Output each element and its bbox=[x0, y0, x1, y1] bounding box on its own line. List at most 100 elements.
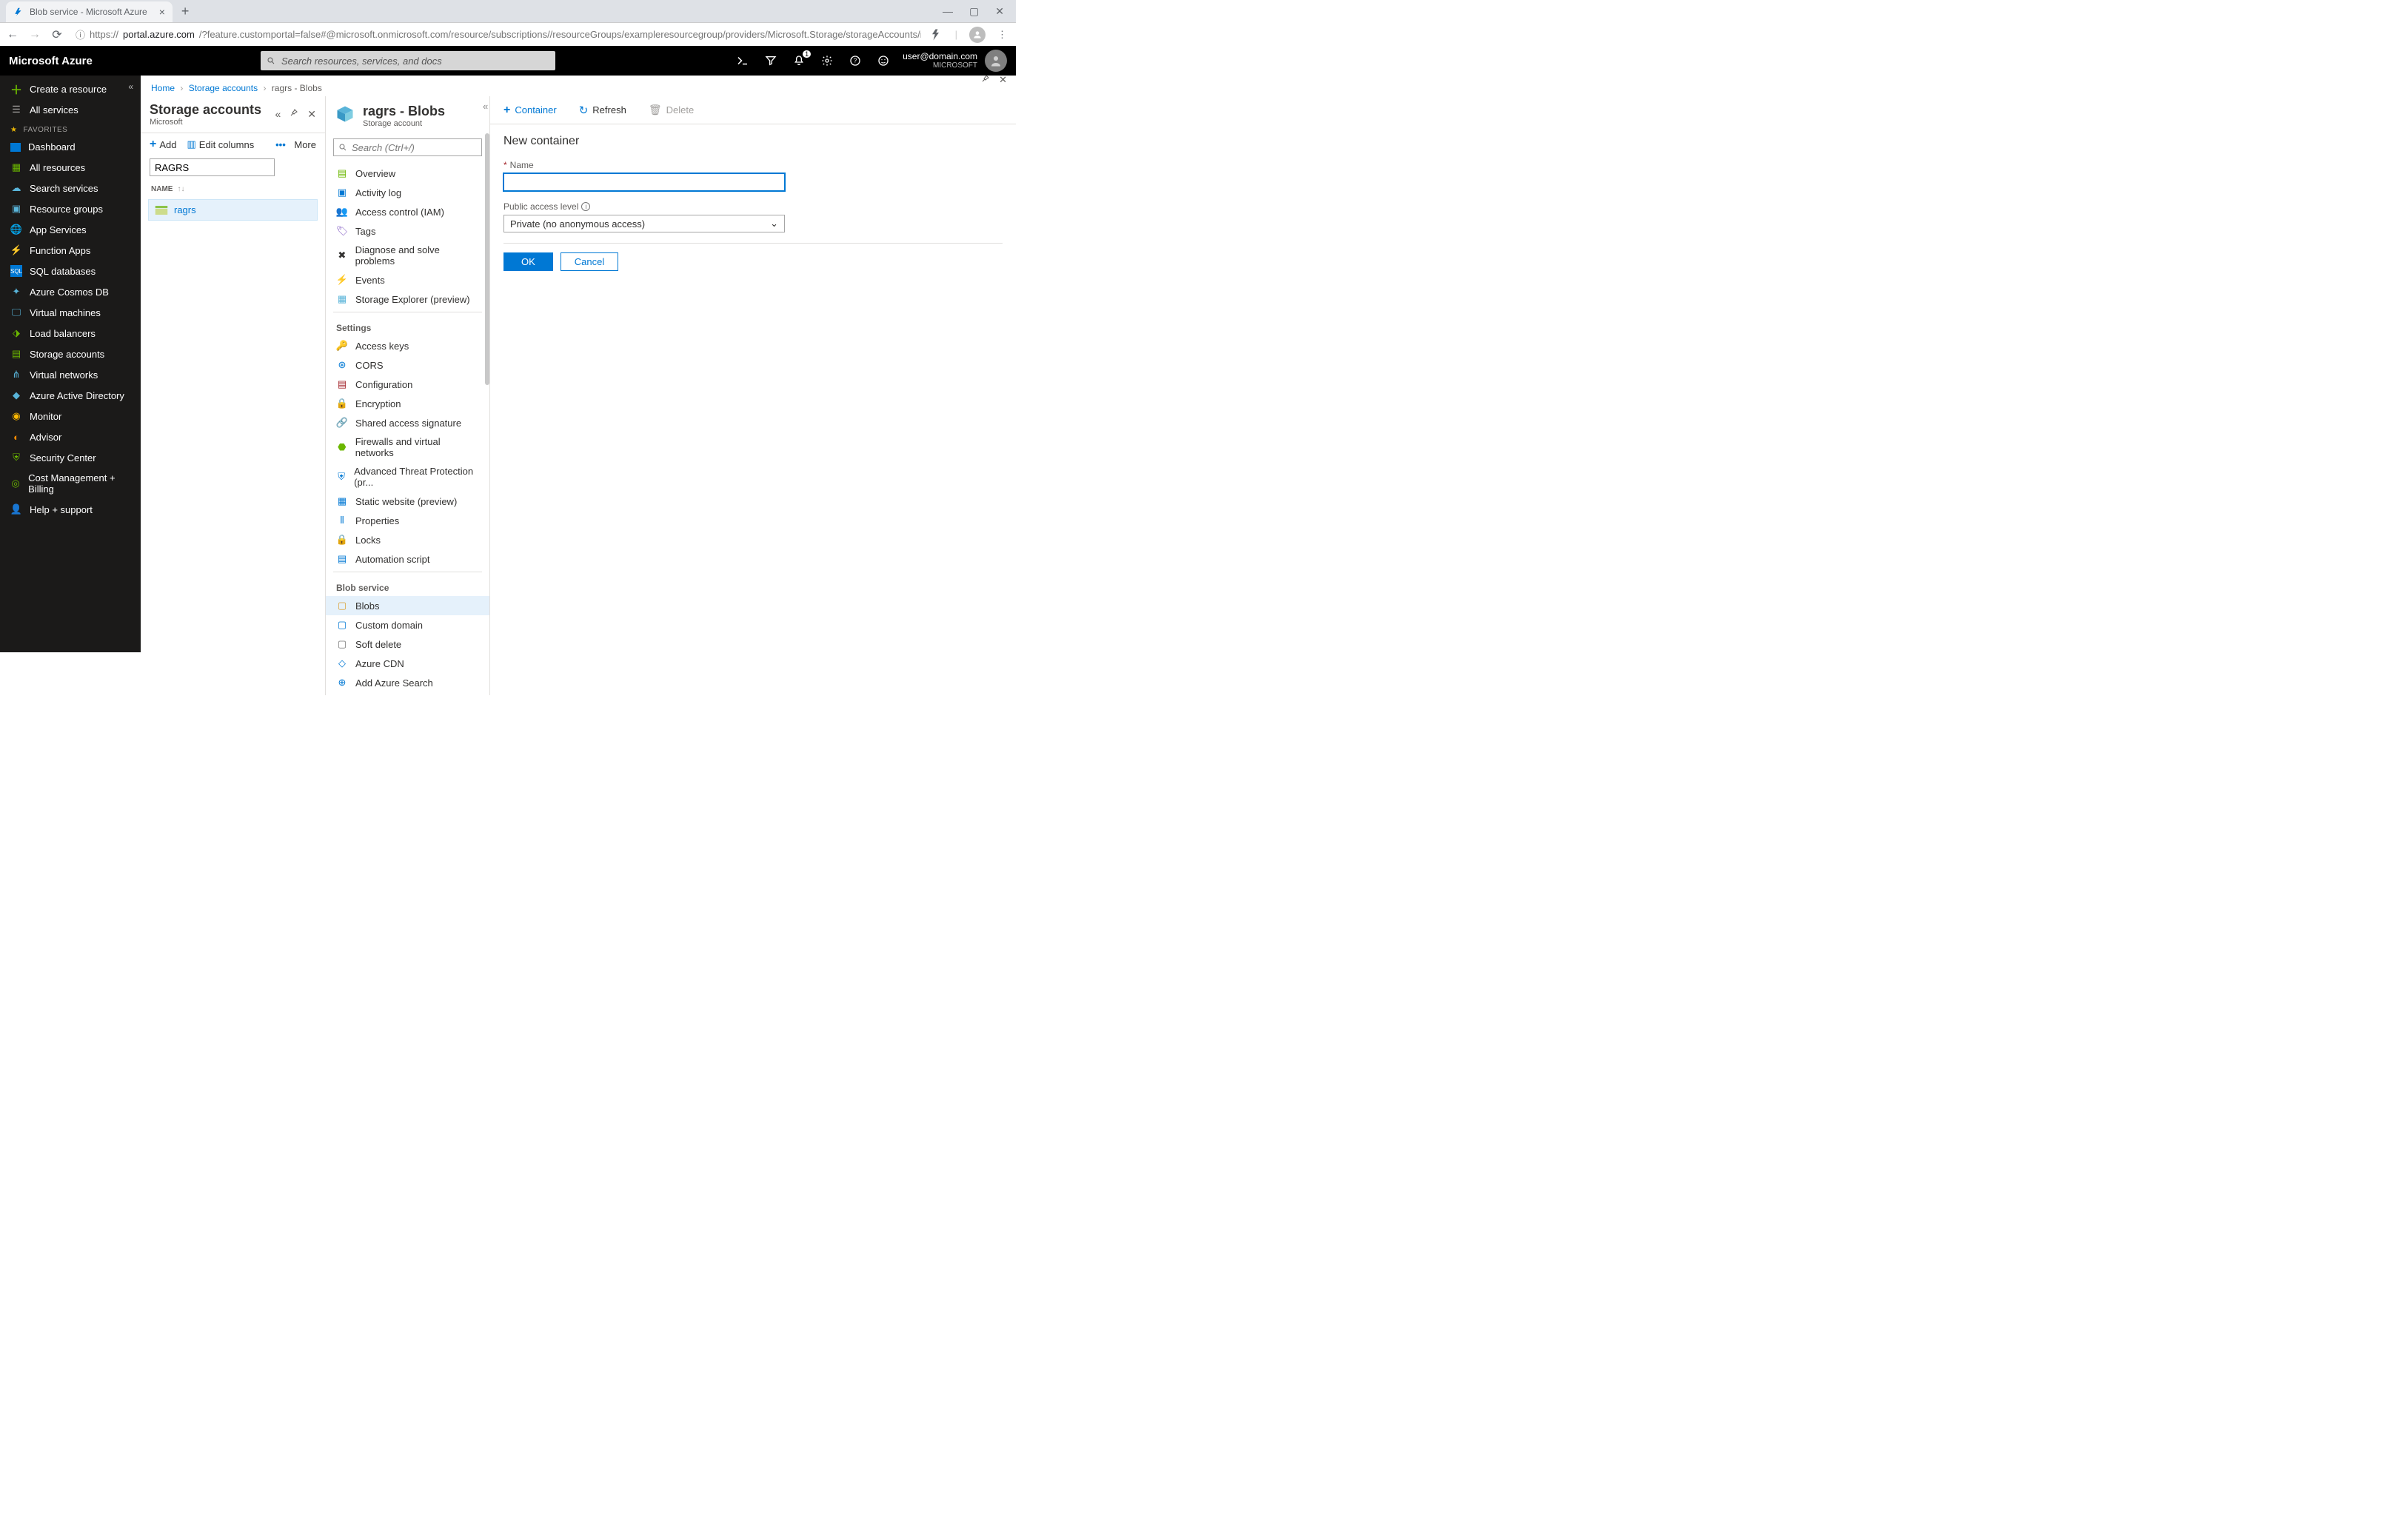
url-prefix: https:// bbox=[90, 29, 118, 40]
nav-advisor[interactable]: ◐Advisor bbox=[0, 426, 141, 447]
ok-button[interactable]: OK bbox=[503, 252, 553, 271]
column-header-name[interactable]: NAME bbox=[151, 185, 173, 193]
cloud-shell-icon[interactable] bbox=[735, 53, 750, 68]
menu-overview[interactable]: ▤Overview bbox=[326, 164, 489, 183]
menu-atp[interactable]: ⛨Advanced Threat Protection (pr... bbox=[326, 462, 489, 492]
list-icon: ☰ bbox=[10, 104, 22, 116]
cancel-button[interactable]: Cancel bbox=[561, 252, 618, 271]
nav-azure-ad[interactable]: ◆Azure Active Directory bbox=[0, 385, 141, 406]
window-maximize-icon[interactable]: ▢ bbox=[969, 5, 979, 18]
content-pin-icon[interactable] bbox=[981, 74, 990, 86]
access-level-select[interactable]: Private (no anonymous access) ⌄ bbox=[503, 215, 785, 232]
address-bar[interactable]: ⓘ https://portal.azure.com/?feature.cust… bbox=[73, 27, 921, 41]
forward-icon[interactable]: → bbox=[28, 28, 41, 41]
settings-icon[interactable] bbox=[820, 53, 834, 68]
back-icon[interactable]: ← bbox=[6, 28, 19, 41]
menu-azure-cdn[interactable]: ◇Azure CDN bbox=[326, 654, 489, 673]
url-path: /?feature.customportal=false#@microsoft.… bbox=[199, 29, 921, 40]
nav-function-apps[interactable]: ⚡Function Apps bbox=[0, 240, 141, 261]
search-add-icon: ⊕ bbox=[336, 677, 348, 689]
nav-virtual-machines[interactable]: 🖵Virtual machines bbox=[0, 302, 141, 323]
nav-all-services[interactable]: ☰ All services bbox=[0, 99, 141, 120]
nav-help-support[interactable]: 👤Help + support bbox=[0, 499, 141, 520]
menu-automation[interactable]: ▤Automation script bbox=[326, 549, 489, 569]
reload-icon[interactable]: ⟳ bbox=[50, 27, 64, 42]
nav-sql-databases[interactable]: SQLSQL databases bbox=[0, 261, 141, 281]
nav-search-services[interactable]: ☁Search services bbox=[0, 178, 141, 198]
window-minimize-icon[interactable]: — bbox=[943, 5, 953, 17]
plus-icon: + bbox=[150, 138, 156, 151]
sidebar-collapse-icon[interactable]: « bbox=[128, 81, 133, 92]
breadcrumb-home[interactable]: Home bbox=[151, 83, 175, 93]
more-button[interactable]: ••• More bbox=[275, 139, 316, 150]
menu-custom-domain[interactable]: ▢Custom domain bbox=[326, 615, 489, 635]
nav-dashboard[interactable]: Dashboard bbox=[0, 137, 141, 157]
nav-cost-mgmt[interactable]: ◎Cost Management + Billing bbox=[0, 468, 141, 499]
menu-encryption[interactable]: 🔒Encryption bbox=[326, 394, 489, 413]
nav-cosmos-db[interactable]: ✦Azure Cosmos DB bbox=[0, 281, 141, 302]
menu-soft-delete[interactable]: ▢Soft delete bbox=[326, 635, 489, 654]
menu-properties[interactable]: ⦀Properties bbox=[326, 511, 489, 530]
nav-virtual-networks[interactable]: ⋔Virtual networks bbox=[0, 364, 141, 385]
notifications-icon[interactable]: 1 bbox=[792, 53, 806, 68]
content-collapse-icon[interactable]: « bbox=[483, 101, 488, 112]
menu-activity-log[interactable]: ▣Activity log bbox=[326, 183, 489, 202]
add-container-button[interactable]: + Container bbox=[499, 101, 561, 120]
menu-storage-explorer[interactable]: ▦Storage Explorer (preview) bbox=[326, 289, 489, 309]
nav-security-center[interactable]: ⛨Security Center bbox=[0, 447, 141, 468]
resource-subtitle: Storage account bbox=[363, 119, 445, 128]
close-blade-icon[interactable]: ✕ bbox=[307, 108, 316, 121]
menu-configuration[interactable]: ▤Configuration bbox=[326, 375, 489, 394]
edit-columns-button[interactable]: ▥ Edit columns bbox=[187, 138, 254, 150]
content-close-icon[interactable]: ✕ bbox=[999, 74, 1007, 86]
menu-iam[interactable]: 👥Access control (IAM) bbox=[326, 202, 489, 221]
breadcrumb-storage-accounts[interactable]: Storage accounts bbox=[189, 83, 258, 93]
menu-access-keys[interactable]: 🔑Access keys bbox=[326, 336, 489, 355]
breadcrumb: Home › Storage accounts › ragrs - Blobs bbox=[141, 76, 1016, 96]
user-menu[interactable]: user@domain.com MICROSOFT bbox=[903, 50, 1007, 72]
collapse-blade-icon[interactable]: « bbox=[275, 108, 281, 121]
nav-storage-accounts[interactable]: ▤Storage accounts bbox=[0, 344, 141, 364]
storage-icon: ▤ bbox=[10, 348, 22, 360]
tab-close-icon[interactable]: × bbox=[159, 6, 165, 18]
directory-filter-icon[interactable] bbox=[763, 53, 778, 68]
advisor-icon: ◐ bbox=[10, 431, 22, 443]
add-button[interactable]: +Add bbox=[150, 138, 176, 151]
nav-monitor[interactable]: ◉Monitor bbox=[0, 406, 141, 426]
extension-icon[interactable] bbox=[930, 28, 943, 41]
window-close-icon[interactable]: ✕ bbox=[995, 5, 1004, 18]
pin-icon[interactable] bbox=[290, 108, 298, 121]
new-tab-button[interactable]: + bbox=[181, 4, 190, 19]
menu-static-website[interactable]: ▦Static website (preview) bbox=[326, 492, 489, 511]
container-name-input[interactable] bbox=[503, 173, 785, 191]
menu-add-search[interactable]: ⊕Add Azure Search bbox=[326, 673, 489, 692]
menu-tags[interactable]: 🏷Tags bbox=[326, 221, 489, 241]
menu-locks[interactable]: 🔒Locks bbox=[326, 530, 489, 549]
global-search[interactable]: Search resources, services, and docs bbox=[261, 51, 555, 70]
browser-tab[interactable]: Blob service - Microsoft Azure × bbox=[6, 1, 173, 22]
nav-app-services[interactable]: 🌐App Services bbox=[0, 219, 141, 240]
menu-diagnose[interactable]: ✖Diagnose and solve problems bbox=[326, 241, 489, 270]
browser-menu-icon[interactable]: ⋮ bbox=[997, 29, 1007, 41]
azure-brand[interactable]: Microsoft Azure bbox=[9, 55, 93, 67]
menu-cors[interactable]: ⊛CORS bbox=[326, 355, 489, 375]
menu-blobs[interactable]: ▢Blobs bbox=[326, 596, 489, 615]
help-icon[interactable]: ? bbox=[848, 53, 863, 68]
menu-sas[interactable]: 🔗Shared access signature bbox=[326, 413, 489, 432]
resource-menu-search[interactable]: Search (Ctrl+/) bbox=[333, 138, 482, 156]
storage-filter-input[interactable] bbox=[150, 158, 275, 176]
scrollbar[interactable] bbox=[485, 133, 489, 385]
nav-load-balancers[interactable]: ⬗Load balancers bbox=[0, 323, 141, 344]
browser-profile-icon[interactable] bbox=[969, 27, 986, 43]
sort-icon[interactable]: ↑↓ bbox=[177, 185, 184, 193]
nav-resource-groups[interactable]: ▣Resource groups bbox=[0, 198, 141, 219]
menu-events[interactable]: ⚡Events bbox=[326, 270, 489, 289]
nav-all-resources[interactable]: ▦All resources bbox=[0, 157, 141, 178]
storage-account-row[interactable]: ragrs bbox=[148, 199, 318, 221]
nav-create-resource[interactable]: ＋ Create a resource bbox=[0, 78, 141, 99]
refresh-button[interactable]: ↻ Refresh bbox=[575, 101, 631, 120]
menu-firewalls[interactable]: ⬣Firewalls and virtual networks bbox=[326, 432, 489, 462]
delete-button[interactable]: 🗑 Delete bbox=[644, 101, 698, 119]
feedback-icon[interactable] bbox=[876, 53, 891, 68]
info-icon[interactable]: i bbox=[581, 202, 590, 211]
